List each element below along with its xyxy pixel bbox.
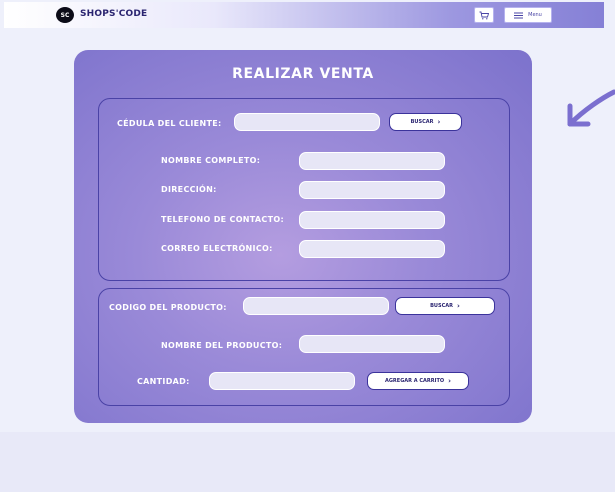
hamburger-icon bbox=[514, 12, 524, 18]
email-label: CORREO ELECTRÓNICO: bbox=[161, 244, 273, 253]
quantity-label: CANTIDAD: bbox=[137, 377, 190, 386]
logo-badge[interactable]: SC bbox=[56, 7, 74, 23]
menu-button[interactable]: Menu bbox=[504, 7, 552, 23]
brand-name[interactable]: SHOPS'CODE bbox=[80, 9, 147, 19]
chevron-right-icon: › bbox=[448, 377, 452, 385]
menu-label: Menu bbox=[528, 12, 542, 18]
product-section: CODIGO DEL PRODUCTO: BUSCAR › NOMBRE DEL… bbox=[98, 288, 510, 406]
decorative-arrow-icon bbox=[567, 89, 615, 127]
add-to-cart-button[interactable]: AGREGAR A CARRITO › bbox=[367, 372, 469, 390]
phone-input[interactable] bbox=[299, 211, 445, 229]
product-name-input[interactable] bbox=[299, 335, 445, 353]
phone-label: TELEFONO DE CONTACTO: bbox=[161, 215, 284, 224]
chevron-right-icon: › bbox=[456, 302, 460, 310]
top-navbar: SC SHOPS'CODE Menu bbox=[4, 2, 604, 28]
full-name-input[interactable] bbox=[299, 152, 445, 170]
address-label: DIRECCIÓN: bbox=[161, 185, 217, 194]
client-search-label: BUSCAR bbox=[410, 119, 434, 125]
quantity-input[interactable] bbox=[209, 372, 355, 390]
full-name-label: NOMBRE COMPLETO: bbox=[161, 156, 261, 165]
add-to-cart-label: AGREGAR A CARRITO bbox=[384, 378, 445, 384]
client-id-input[interactable] bbox=[234, 113, 380, 131]
product-code-label: CODIGO DEL PRODUCTO: bbox=[109, 303, 227, 312]
address-input[interactable] bbox=[299, 181, 445, 199]
client-id-label: CÉDULA DEL CLIENTE: bbox=[117, 119, 222, 128]
product-code-input[interactable] bbox=[243, 297, 389, 315]
client-search-button[interactable]: BUSCAR › bbox=[389, 113, 462, 131]
cart-button[interactable] bbox=[474, 7, 494, 23]
page-footer-band bbox=[0, 432, 615, 492]
product-search-label: BUSCAR bbox=[430, 303, 453, 309]
cart-icon bbox=[479, 11, 489, 19]
email-input[interactable] bbox=[299, 240, 445, 258]
product-name-label: NOMBRE DEL PRODUCTO: bbox=[161, 341, 283, 350]
chevron-right-icon: › bbox=[437, 118, 441, 126]
client-section: CÉDULA DEL CLIENTE: BUSCAR › NOMBRE COMP… bbox=[98, 98, 510, 281]
page-title: REALIZAR VENTA bbox=[232, 66, 374, 82]
product-search-button[interactable]: BUSCAR › bbox=[395, 297, 495, 315]
sale-form-card: REALIZAR VENTA CÉDULA DEL CLIENTE: BUSCA… bbox=[74, 50, 532, 423]
